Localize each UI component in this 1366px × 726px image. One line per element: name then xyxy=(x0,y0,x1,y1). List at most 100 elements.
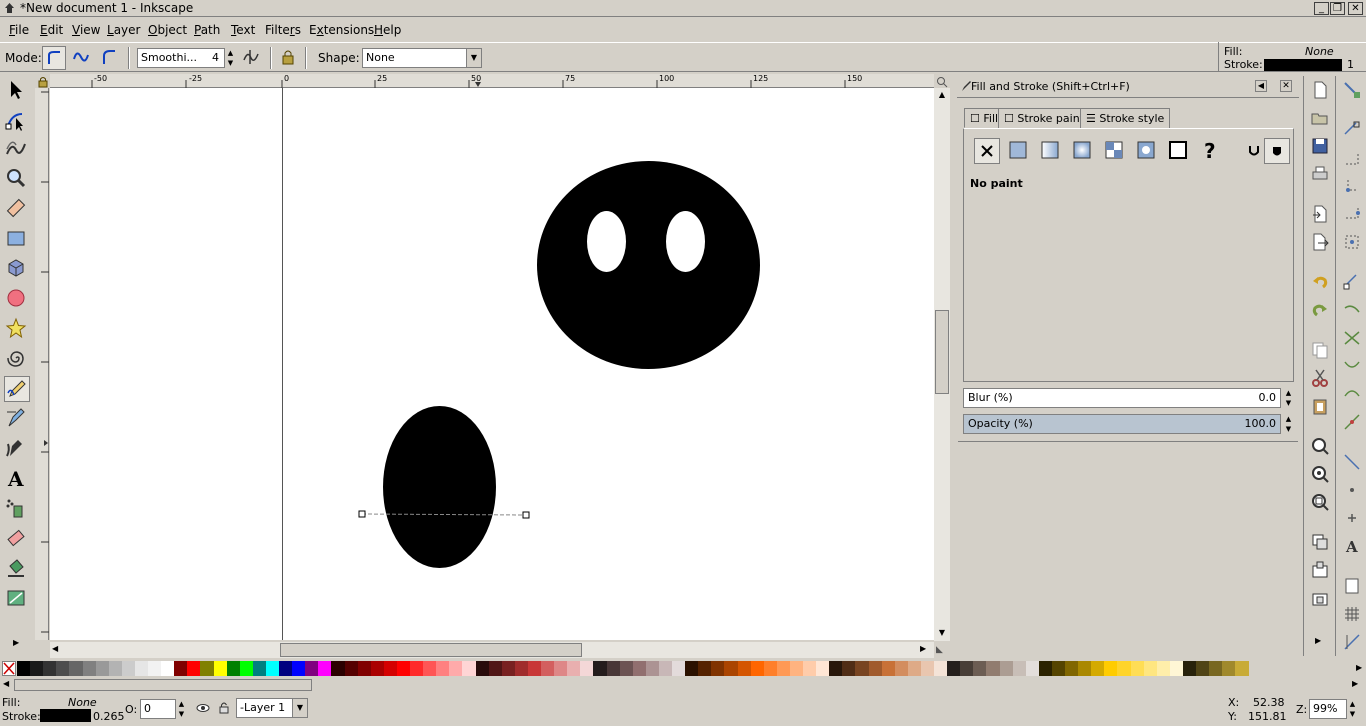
menu-object[interactable]: Object xyxy=(148,23,187,37)
color-swatch[interactable] xyxy=(698,661,713,676)
menu-path[interactable]: Path xyxy=(194,23,220,37)
color-swatch[interactable] xyxy=(894,661,909,676)
expand-commands-icon[interactable]: ▶ xyxy=(1315,636,1321,645)
color-swatch[interactable] xyxy=(907,661,922,676)
color-swatch[interactable] xyxy=(1156,661,1171,676)
color-swatch[interactable] xyxy=(737,661,752,676)
color-swatch[interactable] xyxy=(645,661,660,676)
text-tool[interactable]: A xyxy=(4,466,30,492)
zoom-stepper[interactable]: ▲ ▼ xyxy=(1347,699,1358,719)
blur-stepper[interactable]: ▲ ▼ xyxy=(1283,388,1294,408)
down-arrow-icon[interactable]: ▼ xyxy=(1283,398,1294,408)
layer-select[interactable]: -Layer 1 ▼ xyxy=(236,698,308,718)
undo-button[interactable] xyxy=(1310,272,1330,292)
color-swatch[interactable] xyxy=(488,661,503,676)
opacity-slider[interactable]: Opacity (%) 100.0 xyxy=(963,414,1281,434)
horizontal-ruler[interactable]: -50 -25 0 25 50 75 100 125 150 xyxy=(50,74,934,88)
pressure-button[interactable] xyxy=(277,46,301,70)
scroll-thumb[interactable] xyxy=(280,643,582,657)
color-swatch[interactable] xyxy=(567,661,582,676)
swatch-button[interactable] xyxy=(1134,138,1160,164)
color-swatch[interactable] xyxy=(658,661,673,676)
snap-text-baseline-button[interactable]: A xyxy=(1342,536,1362,556)
color-swatch[interactable] xyxy=(121,661,136,676)
snap-toggle-button[interactable] xyxy=(1342,80,1362,100)
print-button[interactable] xyxy=(1310,164,1330,184)
scroll-thumb[interactable] xyxy=(935,310,949,394)
mode-spiro-button[interactable] xyxy=(70,46,94,70)
snap-bbox-button[interactable] xyxy=(1342,120,1362,140)
scroll-down-icon[interactable]: ▼ xyxy=(936,628,948,640)
color-swatch[interactable] xyxy=(462,661,477,676)
color-swatch[interactable] xyxy=(947,661,962,676)
minimize-button[interactable]: _ xyxy=(1314,2,1329,15)
flat-color-button[interactable] xyxy=(1006,138,1032,164)
color-swatch[interactable] xyxy=(1104,661,1119,676)
color-swatch[interactable] xyxy=(1091,661,1106,676)
color-swatch[interactable] xyxy=(973,661,988,676)
color-swatch[interactable] xyxy=(593,661,608,676)
down-arrow-icon[interactable]: ▼ xyxy=(225,58,236,68)
menu-filters[interactable]: Filters xyxy=(265,23,301,37)
color-swatch[interactable] xyxy=(672,661,686,676)
tweak-tool[interactable] xyxy=(4,136,30,162)
color-swatch[interactable] xyxy=(95,661,110,676)
duplicate-button[interactable] xyxy=(1310,532,1330,552)
snap-bbox-midpoint-button[interactable] xyxy=(1342,204,1362,224)
mode-bspline-button[interactable] xyxy=(98,46,122,70)
opacity-input[interactable]: 0 xyxy=(140,699,176,719)
scroll-thumb[interactable] xyxy=(14,679,312,691)
selector-tool[interactable] xyxy=(4,78,30,104)
blur-slider[interactable]: Blur (%) 0.0 xyxy=(963,388,1281,408)
snap-smooth-button[interactable] xyxy=(1342,384,1362,404)
color-swatch[interactable] xyxy=(305,661,320,676)
color-swatch[interactable] xyxy=(1143,661,1158,676)
color-swatch[interactable] xyxy=(17,661,31,676)
save-button[interactable] xyxy=(1310,136,1330,156)
horizontal-scrollbar[interactable]: ◀ ▶ xyxy=(50,642,934,658)
path-node-handle[interactable] xyxy=(358,510,366,518)
zoom-input[interactable]: 99% xyxy=(1309,699,1347,719)
snap-rotation-button[interactable] xyxy=(1342,508,1362,528)
clone-button[interactable] xyxy=(1310,560,1330,580)
vertical-scrollbar[interactable]: ▲ ▼ xyxy=(934,88,950,641)
color-swatch[interactable] xyxy=(292,661,307,676)
up-arrow-icon[interactable]: ▲ xyxy=(1283,388,1294,398)
new-document-button[interactable] xyxy=(1310,80,1330,100)
scroll-right-icon[interactable]: ▶ xyxy=(1352,679,1358,688)
right-eye-ellipse[interactable] xyxy=(666,211,705,272)
close-button[interactable]: ✕ xyxy=(1348,2,1363,15)
color-swatch[interactable] xyxy=(331,661,346,676)
opacity-stepper[interactable]: ▲ ▼ xyxy=(1283,414,1294,434)
color-swatch[interactable] xyxy=(881,661,896,676)
opacity-stepper[interactable]: ▲ ▼ xyxy=(176,699,187,719)
cut-button[interactable] xyxy=(1310,368,1330,388)
fill-value[interactable]: None xyxy=(68,696,97,709)
copy-button[interactable] xyxy=(1310,340,1330,360)
lpe-curve-button[interactable] xyxy=(240,46,264,70)
expand-tools-icon[interactable]: ▶ xyxy=(13,638,19,647)
color-swatch[interactable] xyxy=(999,661,1014,676)
color-swatch[interactable] xyxy=(1051,661,1066,676)
color-swatch[interactable] xyxy=(803,661,817,676)
zoom-tool[interactable] xyxy=(4,166,30,192)
up-arrow-icon[interactable]: ▲ xyxy=(225,48,236,58)
redo-button[interactable] xyxy=(1310,300,1330,320)
color-swatch[interactable] xyxy=(554,661,569,676)
color-swatch[interactable] xyxy=(711,661,726,676)
snap-center-obj-button[interactable] xyxy=(1342,480,1362,500)
color-swatch[interactable] xyxy=(763,661,778,676)
menu-layer[interactable]: Layer xyxy=(107,23,140,37)
color-swatch[interactable] xyxy=(501,661,516,676)
fill-rule-nonzero-button[interactable] xyxy=(1264,138,1290,164)
mesh-button[interactable] xyxy=(1166,138,1192,164)
snap-paths-button[interactable] xyxy=(1342,300,1362,320)
menu-help[interactable]: Help xyxy=(374,23,401,37)
3d-box-tool[interactable] xyxy=(4,256,30,282)
color-swatch[interactable] xyxy=(357,661,372,676)
color-swatch[interactable] xyxy=(986,661,1001,676)
scroll-right-icon[interactable]: ▶ xyxy=(920,644,932,656)
tab-stroke-style[interactable]: ☰ Stroke style xyxy=(1080,108,1171,128)
color-swatch[interactable] xyxy=(776,661,791,676)
scroll-up-icon[interactable]: ▲ xyxy=(936,90,948,102)
